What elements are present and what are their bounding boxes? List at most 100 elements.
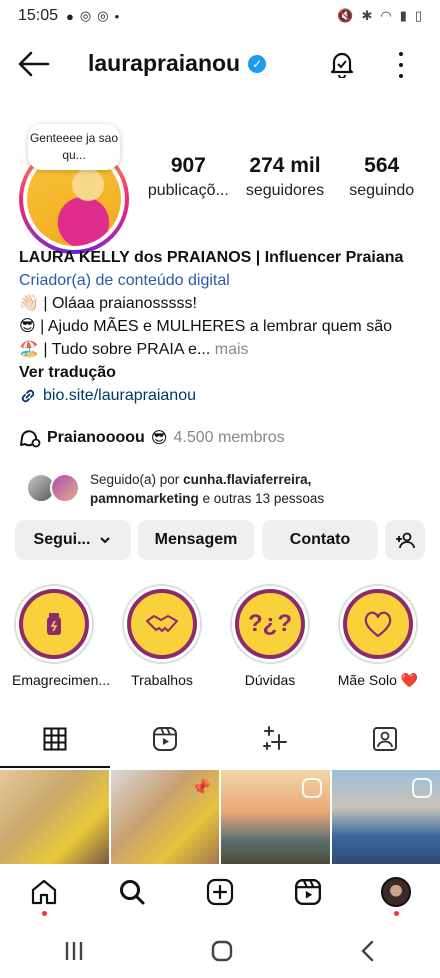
following-stat[interactable]: 564 seguindo — [333, 154, 430, 200]
followed-by-row[interactable]: Seguido(a) por cunha.flaviaferreira, pam… — [26, 470, 324, 508]
followers-count: 274 mil — [249, 154, 321, 177]
sunglasses-emoji-icon: 😎 — [19, 318, 36, 335]
broadcast-channel[interactable]: Praianoooou 😎 4.500 membros — [19, 428, 285, 448]
profile-category: Criador(a) de conteúdo digital — [19, 272, 230, 289]
notification-bell-icon[interactable] — [328, 50, 356, 78]
status-notification-icons: ● ◎ ◎ • — [66, 8, 119, 24]
profile-avatar-icon — [381, 877, 411, 907]
notification-dot — [41, 911, 47, 916]
nav-reels[interactable] — [264, 864, 352, 920]
reels-icon — [294, 878, 322, 906]
highlight-label: Emagrecimen... — [12, 672, 111, 688]
highlight-label: Trabalhos — [131, 672, 193, 688]
community-members: 4.500 membros — [173, 429, 285, 446]
post-thumbnail[interactable] — [331, 770, 440, 864]
following-count: 564 — [364, 154, 400, 177]
bio-line-3: 🏖️ | Tudo sobre PRAIA e... mais — [19, 341, 249, 358]
post-thumbnail[interactable]: 📌 — [110, 770, 219, 864]
back-arrow-icon[interactable] — [18, 50, 50, 78]
highlight-duvidas[interactable]: ?¿? Dúvidas — [228, 584, 312, 688]
recent-apps-icon[interactable] — [62, 940, 86, 962]
profile-stats: 907 publicaçõ... 274 mil seguidores 564 … — [140, 154, 430, 200]
reel-icon — [301, 778, 322, 798]
system-navigation-bar — [0, 924, 440, 978]
sparkles-icon — [263, 726, 287, 750]
grid-icon — [43, 727, 67, 751]
chat-icon: ● — [66, 8, 74, 24]
following-label: seguindo — [349, 182, 415, 199]
bio-website-link[interactable]: bio.site/laurapraianou — [19, 384, 429, 407]
handshake-icon — [146, 615, 178, 632]
tab-posts-grid[interactable] — [0, 712, 110, 766]
community-name: Praianoooou — [47, 429, 145, 446]
beach-emoji-icon: 🏖️ — [19, 341, 39, 358]
battery-icon: ▯ — [414, 8, 422, 23]
instagram-icon-2: ◎ — [97, 8, 109, 23]
instagram-icon: ◎ — [79, 8, 92, 23]
profile-bio: LAURA KELLY dos PRAIANOS | Influencer Pr… — [19, 246, 429, 407]
search-icon — [120, 880, 145, 905]
bio-line-1: 👋🏻 | Oláaa praianosssss! — [19, 295, 197, 312]
pinned-icon: 📌 — [191, 780, 211, 797]
chevron-down-icon — [100, 537, 111, 544]
community-chat-icon — [20, 430, 41, 448]
question-marks-icon: ?¿? — [248, 610, 292, 637]
notification-dot — [393, 911, 399, 916]
wifi-icon: ◠ — [380, 8, 392, 23]
community-emoji-icon: 😎 — [150, 430, 168, 447]
followed-by-text: Seguido(a) por cunha.flaviaferreira, pam… — [90, 472, 325, 506]
posts-label: publicaçõ... — [147, 182, 229, 199]
highlight-label: Mãe Solo ❤️ — [337, 672, 419, 688]
see-translation-link[interactable]: Ver tradução — [19, 361, 429, 384]
status-system-icons: 🔇 ✱ ◠ ▮ ▯ — [337, 8, 422, 24]
profile-header: laurapraianou ✓ — [0, 40, 440, 88]
posts-stat[interactable]: 907 publicaçõ... — [140, 154, 237, 200]
link-icon — [21, 389, 35, 402]
bio-more-link[interactable]: mais — [215, 341, 249, 358]
profile-display-name: LAURA KELLY dos PRAIANOS | Influencer Pr… — [19, 249, 404, 266]
post-thumbnail[interactable] — [221, 770, 330, 864]
highlight-trabalhos[interactable]: Trabalhos — [120, 584, 204, 688]
bottom-navigation — [0, 864, 440, 920]
tab-effects[interactable] — [220, 712, 330, 766]
add-person-icon — [396, 532, 415, 549]
status-bar: 15:05 ● ◎ ◎ • 🔇 ✱ ◠ ▮ ▯ — [0, 0, 440, 32]
mutual-avatars — [26, 473, 82, 505]
message-button[interactable]: Mensagem — [138, 520, 254, 560]
contact-button[interactable]: Contato — [262, 520, 378, 560]
status-time: 15:05 — [18, 7, 59, 24]
wave-emoji-icon: 👋🏻 — [19, 295, 39, 312]
bluetooth-icon: ✱ — [361, 8, 373, 23]
highlight-mae-solo[interactable]: Mãe Solo ❤️ — [336, 584, 420, 689]
nav-search[interactable] — [88, 864, 176, 920]
heart-icon — [364, 611, 392, 638]
more-options-icon[interactable] — [396, 52, 406, 78]
followers-stat[interactable]: 274 mil seguidores — [237, 154, 334, 200]
highlight-label: Dúvidas — [244, 672, 296, 688]
reel-icon — [412, 778, 432, 798]
following-button[interactable]: Segui... — [15, 520, 131, 560]
verified-badge-icon: ✓ — [248, 54, 267, 73]
username-text: laurapraianou — [88, 50, 241, 76]
signal-icon: ▮ — [399, 8, 407, 23]
suggested-users-button[interactable] — [385, 520, 425, 560]
dot-icon: • — [114, 8, 120, 24]
highlight-emagrecimento[interactable]: Emagrecimen... — [12, 584, 111, 688]
profile-note-bubble[interactable]: Genteeee ja sao qu... — [28, 124, 120, 170]
profile-action-buttons: Segui... Mensagem Contato — [15, 520, 425, 560]
tab-tagged[interactable] — [330, 712, 440, 766]
posts-grid: 📌 — [0, 770, 440, 864]
post-thumbnail[interactable] — [0, 770, 109, 864]
profile-content-tabs — [0, 712, 440, 768]
nav-profile[interactable] — [352, 864, 440, 920]
system-back-icon[interactable] — [358, 940, 378, 962]
reels-icon — [153, 727, 177, 751]
home-button-icon[interactable] — [210, 939, 234, 963]
tab-reels[interactable] — [110, 712, 220, 766]
create-plus-icon — [206, 878, 234, 906]
posts-count: 907 — [170, 154, 206, 177]
tagged-person-icon — [373, 727, 397, 751]
bio-line-2: 😎 | Ajudo MÃES e MULHERES a lembrar quem… — [19, 318, 392, 335]
nav-home[interactable] — [0, 864, 88, 920]
nav-create[interactable] — [176, 864, 264, 920]
